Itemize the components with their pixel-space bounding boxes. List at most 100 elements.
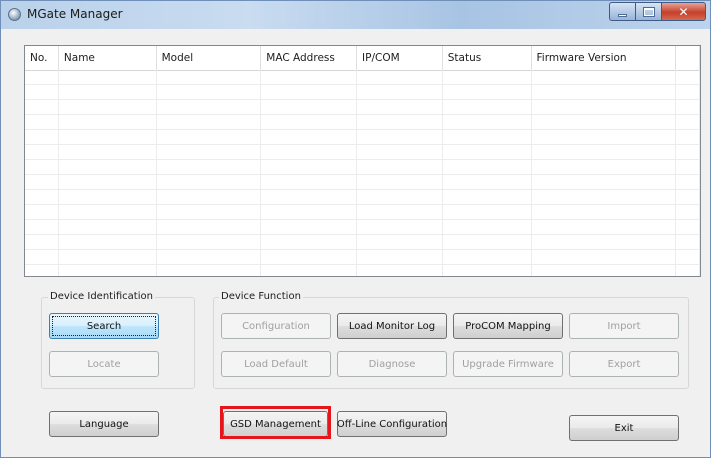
list-cell	[357, 265, 443, 276]
procom-mapping-button[interactable]: ProCOM Mapping	[453, 313, 563, 339]
load-monitor-log-button[interactable]: Load Monitor Log	[337, 313, 447, 339]
configuration-button[interactable]: Configuration	[221, 313, 331, 339]
list-cell	[357, 205, 443, 219]
off-line-configuration-button[interactable]: Off-Line Configuration	[337, 411, 447, 437]
list-cell	[157, 250, 262, 264]
window-title: MGate Manager	[27, 7, 123, 21]
column-header[interactable]: Name	[59, 46, 157, 70]
column-header[interactable]	[676, 46, 700, 70]
list-row[interactable]	[25, 175, 700, 190]
list-cell	[157, 70, 262, 84]
device-identification-label: Device Identification	[48, 291, 155, 302]
list-row[interactable]	[25, 220, 700, 235]
list-cell	[532, 145, 677, 159]
list-cell	[676, 70, 700, 84]
device-list[interactable]: No. Name Model MAC Address IP/COM Status Firmw…	[24, 45, 701, 277]
list-cell	[261, 250, 358, 264]
list-cell	[532, 160, 677, 174]
list-row[interactable]	[25, 160, 700, 175]
list-cell	[357, 145, 443, 159]
list-cell	[443, 70, 532, 84]
list-row[interactable]	[25, 205, 700, 220]
list-row[interactable]	[25, 115, 700, 130]
list-row[interactable]	[25, 265, 700, 276]
list-row[interactable]	[25, 85, 700, 100]
column-header[interactable]: IP/COM	[357, 46, 443, 70]
column-header[interactable]: Firmware Version	[532, 46, 677, 70]
list-cell	[676, 160, 700, 174]
list-cell	[59, 265, 157, 276]
list-cell	[25, 145, 59, 159]
list-cell	[443, 160, 532, 174]
list-cell	[357, 115, 443, 129]
column-header[interactable]: MAC Address	[261, 46, 358, 70]
list-row[interactable]	[25, 145, 700, 160]
list-cell	[157, 190, 262, 204]
load-default-button[interactable]: Load Default	[221, 351, 331, 377]
list-cell	[532, 220, 677, 234]
list-cell	[676, 235, 700, 249]
list-cell	[676, 115, 700, 129]
list-cell	[443, 175, 532, 189]
list-row[interactable]	[25, 130, 700, 145]
window-controls: ✕	[609, 2, 706, 21]
list-cell	[443, 130, 532, 144]
language-button[interactable]: Language	[49, 411, 159, 437]
list-cell	[25, 115, 59, 129]
list-cell	[357, 220, 443, 234]
list-cell	[25, 235, 59, 249]
list-cell	[676, 205, 700, 219]
list-cell	[443, 250, 532, 264]
maximize-button[interactable]	[635, 2, 661, 21]
list-cell	[532, 205, 677, 219]
list-row[interactable]	[25, 250, 700, 265]
list-cell	[261, 70, 358, 84]
upgrade-firmware-button[interactable]: Upgrade Firmware	[453, 351, 563, 377]
app-icon	[8, 8, 21, 21]
list-row[interactable]	[25, 70, 700, 85]
close-button[interactable]: ✕	[661, 2, 706, 21]
list-cell	[676, 85, 700, 99]
list-cell	[443, 205, 532, 219]
list-cell	[261, 205, 358, 219]
list-cell	[676, 100, 700, 114]
list-cell	[25, 70, 59, 84]
close-icon: ✕	[678, 4, 689, 19]
list-cell	[157, 160, 262, 174]
list-cell	[59, 235, 157, 249]
column-header[interactable]: Model	[157, 46, 262, 70]
list-cell	[261, 145, 358, 159]
diagnose-button[interactable]: Diagnose	[337, 351, 447, 377]
column-header[interactable]: Status	[443, 46, 532, 70]
list-row[interactable]	[25, 235, 700, 250]
list-cell	[443, 145, 532, 159]
import-button[interactable]: Import	[569, 313, 679, 339]
list-cell	[25, 160, 59, 174]
list-cell	[261, 235, 358, 249]
list-cell	[59, 85, 157, 99]
search-button[interactable]: Search	[49, 313, 159, 339]
list-cell	[357, 160, 443, 174]
list-cell	[261, 130, 358, 144]
list-row[interactable]	[25, 100, 700, 115]
minimize-button[interactable]	[609, 2, 635, 21]
list-cell	[25, 175, 59, 189]
list-cell	[676, 265, 700, 276]
locate-button[interactable]: Locate	[49, 351, 159, 377]
column-header[interactable]: No.	[25, 46, 59, 70]
mgate-manager-window: MGate Manager ✕ No. Name Model MAC Address I…	[0, 0, 711, 458]
list-cell	[676, 220, 700, 234]
list-cell	[532, 250, 677, 264]
list-cell	[25, 220, 59, 234]
list-cell	[357, 130, 443, 144]
list-row[interactable]	[25, 190, 700, 205]
export-button[interactable]: Export	[569, 351, 679, 377]
title-bar[interactable]: MGate Manager ✕	[1, 1, 710, 29]
list-cell	[261, 115, 358, 129]
list-cell	[59, 205, 157, 219]
list-cell	[25, 190, 59, 204]
list-cell	[59, 145, 157, 159]
exit-button[interactable]: Exit	[569, 415, 679, 441]
list-cell	[59, 175, 157, 189]
list-cell	[157, 265, 262, 276]
